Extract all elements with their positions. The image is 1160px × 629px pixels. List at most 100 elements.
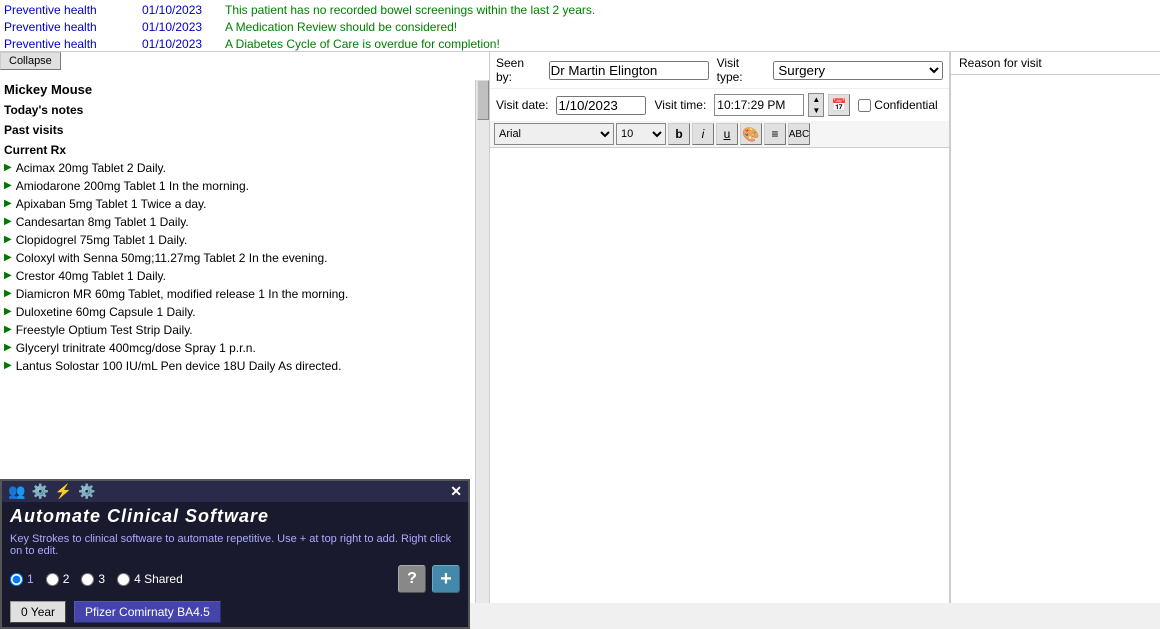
alert-text-3: A Diabetes Cycle of Care is overdue for … xyxy=(225,36,500,52)
italic-button[interactable]: i xyxy=(692,123,714,145)
list-button[interactable]: ≡ xyxy=(764,123,786,145)
alert-date-2: 01/10/2023 xyxy=(142,19,217,36)
rx-medication-text: Candesartan 8mg Tablet 1 Daily. xyxy=(16,214,189,230)
time-row: ▲ ▼ 📅 xyxy=(714,93,850,117)
rx-expand-arrow[interactable]: ▶ xyxy=(4,214,12,230)
rx-medication-text: Amiodarone 200mg Tablet 1 In the morning… xyxy=(16,178,249,194)
rx-expand-arrow[interactable]: ▶ xyxy=(4,340,12,356)
add-button[interactable]: + xyxy=(432,565,460,593)
automate-tab-3[interactable]: 3 xyxy=(81,572,105,586)
alert-date-1: 01/10/2023 xyxy=(142,2,217,19)
rx-medication-text: Duloxetine 60mg Capsule 1 Daily. xyxy=(16,304,196,320)
rx-medication-text: Coloxyl with Senna 50mg;11.27mg Tablet 2… xyxy=(16,250,328,266)
automate-close-button[interactable]: ✕ xyxy=(450,483,462,500)
color-button[interactable]: 🎨 xyxy=(740,123,762,145)
seen-by-input[interactable] xyxy=(549,61,709,80)
automate-tab-3-label: 3 xyxy=(98,572,105,586)
alert-row-1: Preventive health 01/10/2023 This patien… xyxy=(4,2,1156,19)
rx-expand-arrow[interactable]: ▶ xyxy=(4,358,12,374)
list-item: ▶Apixaban 5mg Tablet 1 Twice a day. xyxy=(4,195,485,213)
list-item: ▶Clopidogrel 75mg Tablet 1 Daily. xyxy=(4,231,485,249)
seen-by-label: Seen by: xyxy=(496,56,541,84)
alert-type-1: Preventive health xyxy=(4,2,134,19)
pfizer-button-label: Pfizer Comirnaty BA4.5 xyxy=(85,605,210,619)
past-visits-header[interactable]: Past visits xyxy=(4,123,485,137)
list-item: ▶Crestor 40mg Tablet 1 Daily. xyxy=(4,267,485,285)
todays-notes-header[interactable]: Today's notes xyxy=(4,103,485,117)
font-size-select[interactable]: 10 12 14 16 xyxy=(616,123,666,145)
rx-expand-arrow[interactable]: ▶ xyxy=(4,160,12,176)
list-item: ▶Duloxetine 60mg Capsule 1 Daily. xyxy=(4,303,485,321)
reason-for-visit-panel: Reason for visit xyxy=(950,52,1160,603)
automate-tab-2-radio[interactable] xyxy=(46,573,59,586)
rx-expand-arrow[interactable]: ▶ xyxy=(4,250,12,266)
time-spin-up[interactable]: ▲ xyxy=(809,94,823,105)
font-select[interactable]: Arial Times New Roman Courier xyxy=(494,123,614,145)
gear-icon[interactable]: ⚙️ xyxy=(78,483,95,500)
automate-tab-4-radio[interactable] xyxy=(117,573,130,586)
list-item: ▶Coloxyl with Senna 50mg;11.27mg Tablet … xyxy=(4,249,485,267)
spellcheck-icon: ABC xyxy=(789,129,810,140)
visit-type-select[interactable]: Surgery Phone Home Visit Telehealth xyxy=(773,61,943,80)
underline-button[interactable]: u xyxy=(716,123,738,145)
settings-icon[interactable]: ⚙️ xyxy=(31,483,48,500)
confidential-label: Confidential xyxy=(874,98,937,112)
alert-type-3: Preventive health xyxy=(4,36,134,52)
alert-text-2: A Medication Review should be considered… xyxy=(225,19,457,36)
confidential-checkbox[interactable] xyxy=(858,99,871,112)
list-item: ▶Amiodarone 200mg Tablet 1 In the mornin… xyxy=(4,177,485,195)
rx-expand-arrow[interactable]: ▶ xyxy=(4,304,12,320)
rx-medication-text: Glyceryl trinitrate 400mcg/dose Spray 1 … xyxy=(16,340,256,356)
current-rx-header: Current Rx xyxy=(4,143,485,157)
alert-text-1: This patient has no recorded bowel scree… xyxy=(225,2,595,19)
automate-tab-3-radio[interactable] xyxy=(81,573,94,586)
rx-expand-arrow[interactable]: ▶ xyxy=(4,232,12,248)
bold-button[interactable]: b xyxy=(668,123,690,145)
list-item: ▶Freestyle Optium Test Strip Daily. xyxy=(4,321,485,339)
pfizer-button[interactable]: Pfizer Comirnaty BA4.5 xyxy=(74,601,221,623)
rx-expand-arrow[interactable]: ▶ xyxy=(4,268,12,284)
automate-overlay: 👥 ⚙️ ⚡ ⚙️ ✕ Automate Clinical Software K… xyxy=(0,479,470,629)
time-spinner[interactable]: ▲ ▼ xyxy=(808,93,824,117)
rx-expand-arrow[interactable]: ▶ xyxy=(4,286,12,302)
color-icon: 🎨 xyxy=(742,126,759,143)
automate-action-buttons: ? + xyxy=(398,565,460,593)
visit-date-input[interactable] xyxy=(556,96,646,115)
collapse-button[interactable]: Collapse xyxy=(0,52,61,70)
rx-medication-text: Diamicron MR 60mg Tablet, modified relea… xyxy=(16,286,349,302)
alert-row-3: Preventive health 01/10/2023 A Diabetes … xyxy=(4,36,1156,52)
rx-expand-arrow[interactable]: ▶ xyxy=(4,322,12,338)
rx-expand-arrow[interactable]: ▶ xyxy=(4,196,12,212)
rx-medication-text: Freestyle Optium Test Strip Daily. xyxy=(16,322,193,338)
reason-textarea[interactable] xyxy=(492,150,947,601)
automate-header-icons: 👥 ⚙️ ⚡ ⚙️ xyxy=(8,483,96,500)
visit-type-label: Visit type: xyxy=(717,56,766,84)
automate-tab-1-radio[interactable] xyxy=(10,573,23,586)
alert-date-3: 01/10/2023 xyxy=(142,36,217,52)
spellcheck-button[interactable]: ABC xyxy=(788,123,810,145)
rx-expand-arrow[interactable]: ▶ xyxy=(4,178,12,194)
visit-date-label: Visit date: xyxy=(496,98,548,112)
automate-tab-4-label: 4 Shared xyxy=(134,572,183,586)
italic-icon: i xyxy=(702,127,705,141)
automate-tab-1[interactable]: 1 xyxy=(10,572,34,586)
lightning-icon[interactable]: ⚡ xyxy=(55,483,72,500)
list-item: ▶Lantus Solostar 100 IU/mL Pen device 18… xyxy=(4,357,485,375)
visit-info-row1: Seen by: Visit type: Surgery Phone Home … xyxy=(490,52,949,89)
rx-medication-text: Clopidogrel 75mg Tablet 1 Daily. xyxy=(16,232,188,248)
reason-text-container xyxy=(490,148,949,603)
automate-footer: 0 Year Pfizer Comirnaty BA4.5 xyxy=(2,597,468,627)
patient-name: Mickey Mouse xyxy=(4,82,485,97)
scrollbar-thumb[interactable] xyxy=(477,80,489,120)
rx-medication-text: Lantus Solostar 100 IU/mL Pen device 18U… xyxy=(16,358,342,374)
automate-tab-2[interactable]: 2 xyxy=(46,572,70,586)
list-item: ▶Diamicron MR 60mg Tablet, modified rele… xyxy=(4,285,485,303)
automate-tab-4[interactable]: 4 Shared xyxy=(117,572,183,586)
scrollbar-track[interactable] xyxy=(475,80,489,603)
year-button[interactable]: 0 Year xyxy=(10,601,66,623)
help-button[interactable]: ? xyxy=(398,565,426,593)
visit-time-input[interactable] xyxy=(714,94,804,116)
people-icon[interactable]: 👥 xyxy=(8,483,25,500)
time-spin-down[interactable]: ▼ xyxy=(809,105,823,116)
calendar-button[interactable]: 📅 xyxy=(828,94,850,116)
